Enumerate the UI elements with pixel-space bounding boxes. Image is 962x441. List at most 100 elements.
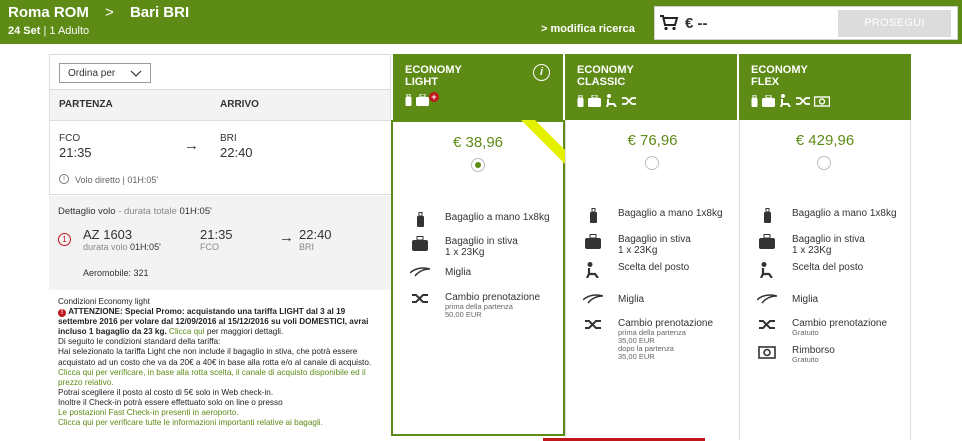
miles-icon [757, 294, 777, 304]
change-booking-icon [796, 97, 810, 105]
fare-name: ECONOMY [405, 64, 462, 76]
feature-miles: Miglia [582, 294, 644, 310]
feature-fee: 50,00 EUR [445, 310, 482, 319]
seat-selection-icon [606, 94, 617, 107]
baggage-info-link[interactable]: Clicca qui per verificare tutte le infor… [58, 418, 386, 428]
sort-select[interactable]: Ordina per [59, 63, 151, 83]
fare-price: € 38,96 [452, 134, 504, 151]
feature-sub: 1 x 23Kg [618, 245, 658, 256]
fare-radio[interactable] [817, 156, 831, 170]
hand-baggage-icon [577, 95, 584, 107]
conditions-intro: Di seguito le condizioni standard della … [58, 337, 221, 347]
flight-info: Volo diretto | 01H:05' [75, 175, 159, 185]
fare-column-classic[interactable]: € 76,96 Bagaglio a mano 1x8kg Bagaglio i… [565, 120, 739, 440]
fare-subname: CLASSIC [577, 76, 626, 88]
feature-label: Scelta del posto [792, 262, 864, 273]
seat-selection-icon [780, 94, 791, 107]
chevron-right-icon: > [105, 4, 114, 21]
checked-baggage-icon [588, 95, 601, 107]
flight-duration: 01H:05' [130, 242, 161, 252]
origin-city: Roma ROM [8, 4, 89, 21]
destination-city: Bari BRI [129, 4, 190, 21]
arrow-right-icon: → [279, 229, 294, 246]
fare-price: € 76,96 [627, 132, 678, 149]
feature-seat-selection: Scelta del posto [582, 262, 689, 278]
departure-header: PARTENZA [59, 99, 113, 110]
feature-fee: 35,00 EUR [618, 352, 655, 361]
feature-checked-baggage: Bagaglio in stiva 1 x 23Kg [756, 234, 865, 256]
arrival-time: 22:40 [220, 145, 253, 160]
change-booking-icon [622, 97, 636, 105]
modify-search-link[interactable]: > modifica ricerca [541, 23, 635, 35]
conditions-title: Condizioni Economy light [58, 297, 150, 306]
fare-column-flex[interactable]: € 429,96 Bagaglio a mano 1x8kg Bagaglio … [739, 120, 911, 440]
sort-label: Ordina per [68, 68, 116, 79]
checked-baggage-icon [412, 236, 428, 251]
feature-sub: 1 x 23Kg [792, 245, 832, 256]
feature-sub: Gratuito [792, 328, 819, 337]
continue-button[interactable]: PROSEGUI [838, 10, 951, 37]
refund-icon [758, 346, 776, 359]
fast-checkin-link[interactable]: Le postazioni Fast Check-in presenti in … [58, 408, 386, 418]
cart-icon[interactable] [659, 15, 679, 34]
fare-radio[interactable] [471, 158, 485, 172]
feature-sub: Gratuito [792, 355, 819, 364]
fare-price: € 429,96 [795, 132, 855, 149]
fare-radio[interactable] [645, 156, 659, 170]
feature-label: Scelta del posto [618, 262, 690, 273]
detail-title: Dettaglio volo [58, 206, 116, 217]
column-headers: PARTENZA ARRIVO [50, 89, 390, 120]
feature-change-booking: Cambio prenotazione Gratuito [756, 318, 887, 337]
info-icon[interactable]: i [533, 64, 550, 81]
segment-departure-time: 21:35 [200, 227, 233, 242]
refund-icon [814, 96, 830, 107]
seat-selection-icon [760, 262, 773, 278]
hand-baggage-icon [751, 95, 758, 107]
trip-summary: 24 Set | 1 Adulto [8, 25, 89, 37]
feature-checked-baggage: Bagaglio in stiva 1 x 23Kg [582, 234, 691, 256]
feature-miles: Miglia [409, 267, 471, 283]
flight-number: AZ 1603 [83, 227, 133, 242]
feature-label: Bagaglio a mano 1x8kg [792, 208, 897, 219]
arrow-right-icon: → [184, 137, 199, 154]
checked-baggage-icon [585, 234, 601, 249]
conditions-baggage: Hai selezionato la tariffa Light che non… [58, 347, 372, 367]
cart-box: € -- PROSEGUI [654, 6, 958, 40]
departure-time: 21:35 [59, 145, 92, 160]
arrival-code: BRI [220, 133, 237, 144]
hand-baggage-icon [405, 94, 412, 106]
fare-header-light[interactable]: ECONOMY LIGHT i + [393, 54, 563, 120]
fare-header-flex[interactable]: ECONOMY FLEX [739, 54, 911, 120]
segment-departure-code: FCO [200, 242, 219, 252]
chevron-down-icon [130, 70, 142, 77]
flight-duration-label: durata volo [83, 242, 128, 252]
feature-sub: 1 x 23Kg [445, 247, 485, 258]
conditions-seat: Potrai scegliere il posto al costo di 5€… [58, 387, 274, 397]
fare-name: ECONOMY [751, 64, 808, 76]
feature-checked-baggage: Bagaglio in stiva 1 x 23Kg [409, 236, 518, 258]
feature-label: Bagaglio in stiva [618, 234, 691, 245]
fare-column-light[interactable]: € 38,96 Bagaglio a mano 1x8kg Bagaglio i… [391, 120, 565, 436]
feature-label: Bagaglio a mano 1x8kg [445, 212, 550, 223]
flight-row[interactable]: FCO 21:35 → BRI 22:40 i Volo diretto | 0… [49, 120, 391, 195]
conditions-channel-link[interactable]: Clicca qui per verificare, in base alla … [58, 368, 386, 388]
feature-label: Miglia [618, 294, 645, 305]
checked-baggage-icon [416, 94, 429, 106]
flight-detail: Dettaglio volo - durata totale 01H:05' 1… [49, 196, 391, 290]
feature-seat-selection: Scelta del posto [756, 262, 863, 278]
feature-refund: Rimborso Gratuito [756, 345, 835, 364]
change-booking-icon [759, 320, 775, 329]
fare-name: ECONOMY [577, 64, 634, 76]
aircraft-type: Aeromobile: 321 [83, 268, 149, 278]
hand-baggage-icon [416, 212, 424, 227]
promo-details-link[interactable]: Clicca qui [169, 327, 205, 336]
info-icon[interactable]: i [59, 174, 69, 184]
feature-change-booking: Cambio prenotazione prima della partenza 3… [582, 318, 713, 361]
segment-arrival-time: 22:40 [299, 227, 332, 242]
fare-header-classic[interactable]: ECONOMY CLASSIC [565, 54, 737, 120]
passenger-count: | 1 Adulto [43, 25, 90, 37]
departure-code: FCO [59, 133, 81, 144]
hand-baggage-icon [589, 208, 597, 223]
feature-label: Bagaglio in stiva [445, 236, 518, 247]
conditions-checkin: Inoltre il Check-in potrà essere effettu… [58, 397, 283, 407]
